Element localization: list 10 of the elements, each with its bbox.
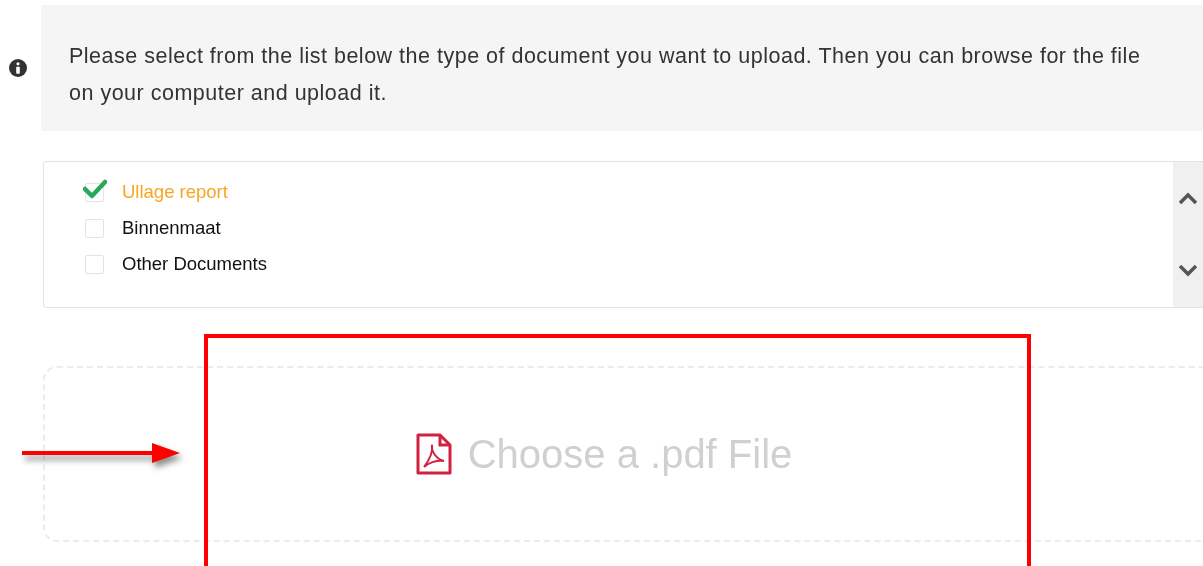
info-text: Please select from the list below the type of document you want to upload. Then you can browse for the file on your computer and upload it. [69,43,1142,107]
checkbox[interactable] [85,218,104,238]
checkbox[interactable] [85,182,104,202]
checkbox[interactable] [85,254,104,274]
info-icon [9,59,27,77]
document-type-option[interactable]: Other Documents [85,253,1173,275]
document-type-option[interactable]: Binnenmaat [85,217,1173,239]
scroll-up-icon[interactable] [1178,191,1198,206]
pdf-file-icon [415,433,452,475]
scroll-down-icon[interactable] [1178,263,1198,278]
